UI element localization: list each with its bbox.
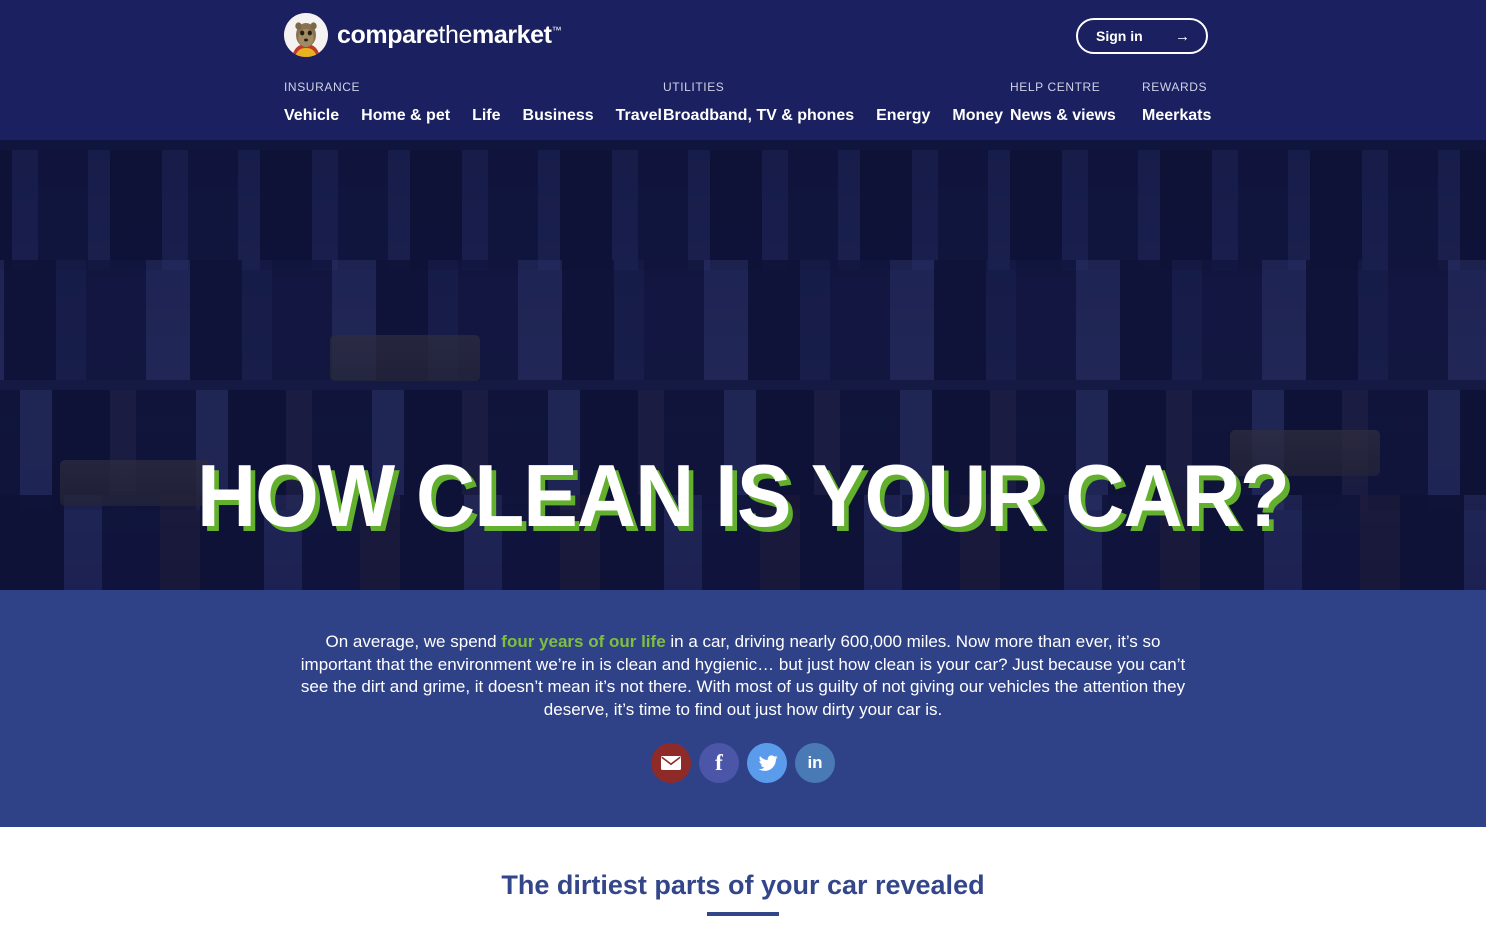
nav-group-insurance: INSURANCE Vehicle Home & pet Life Busine… [284, 80, 662, 125]
sign-in-button[interactable]: Sign in → [1076, 18, 1208, 54]
twitter-bird-icon [758, 754, 778, 771]
facebook-share-button[interactable]: f [699, 743, 739, 783]
intro-paragraph: On average, we spend four years of our l… [293, 631, 1193, 721]
logo-word-market: market [471, 20, 552, 49]
section-title: The dirtiest parts of your car revealed [501, 870, 985, 900]
sign-in-label: Sign in [1096, 28, 1143, 44]
linkedin-icon: in [807, 753, 823, 772]
section-title-underline [707, 912, 779, 916]
share-buttons: f in [651, 743, 835, 783]
intro-band: On average, we spend four years of our l… [0, 590, 1486, 827]
nav-item-home-pet[interactable]: Home & pet [361, 107, 450, 125]
primary-nav: INSURANCE Vehicle Home & pet Life Busine… [284, 80, 1424, 136]
nav-item-money[interactable]: Money [952, 107, 1003, 125]
page-root: comparethemarket™ Sign in → INSURANCE Ve… [0, 0, 1486, 925]
nav-item-news-views[interactable]: News & views [1010, 107, 1116, 125]
dirtiest-parts-section: The dirtiest parts of your car revealed [0, 827, 1486, 925]
nav-item-broadband-tv-phones[interactable]: Broadband, TV & phones [663, 107, 854, 125]
nav-item-business[interactable]: Business [523, 107, 594, 125]
intro-text-before: On average, we spend [325, 632, 502, 651]
arrow-right-icon: → [1175, 27, 1190, 45]
nav-item-vehicle[interactable]: Vehicle [284, 107, 339, 125]
hero-banner: HOW CLEAN IS YOUR CAR? [0, 140, 1486, 590]
nav-category-rewards: REWARDS [1142, 80, 1208, 94]
nav-category-insurance: INSURANCE [284, 80, 361, 94]
nav-category-help-centre: HELP CENTRE [1010, 80, 1101, 94]
logo-word-compare: compare [337, 20, 439, 49]
linkedin-share-button[interactable]: in [795, 743, 835, 783]
intro-highlight: four years of our life [501, 632, 666, 651]
nav-group-rewards: REWARDS Meerkats [1142, 80, 1211, 125]
nav-item-life[interactable]: Life [472, 107, 500, 125]
nav-item-energy[interactable]: Energy [876, 107, 930, 125]
email-share-button[interactable] [651, 743, 691, 783]
logo-trademark: ™ [551, 25, 562, 37]
nav-group-utilities: UTILITIES Broadband, TV & phones Energy … [663, 80, 1003, 125]
meerkat-avatar-icon [284, 13, 328, 57]
site-logo[interactable]: comparethemarket™ [284, 13, 562, 57]
nav-category-utilities: UTILITIES [663, 80, 725, 94]
logo-word-the: the [438, 20, 472, 49]
site-header: comparethemarket™ Sign in → INSURANCE Ve… [0, 0, 1486, 140]
twitter-share-button[interactable] [747, 743, 787, 783]
nav-group-help-centre: HELP CENTRE News & views [1010, 80, 1116, 125]
logo-wordmark: comparethemarket™ [337, 20, 562, 49]
facebook-icon: f [715, 750, 723, 775]
nav-item-meerkats[interactable]: Meerkats [1142, 107, 1211, 125]
hero-title: HOW CLEAN IS YOUR CAR? [197, 446, 1290, 545]
nav-item-travel[interactable]: Travel [616, 107, 662, 125]
